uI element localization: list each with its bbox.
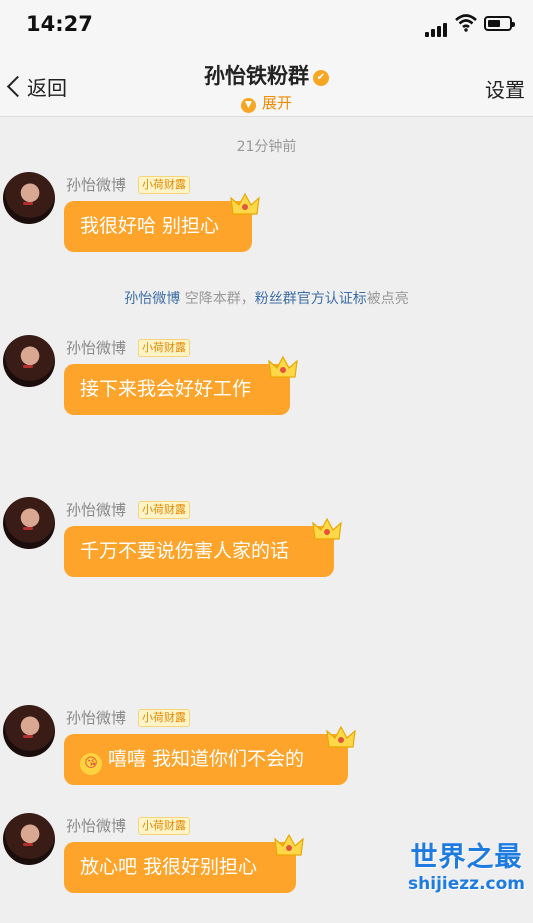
sender-name[interactable]: 孙怡微博 <box>66 815 126 836</box>
group-title-wrap: 孙怡铁粉群 ✔ <box>0 60 533 90</box>
message-bubble[interactable]: 😘 嘻嘻 我知道你们不会的 <box>64 734 348 785</box>
message-bubble[interactable]: 接下来我会好好工作 <box>64 364 290 415</box>
avatar[interactable] <box>3 813 55 865</box>
wifi-icon <box>455 14 477 36</box>
message-text: 接下来我会好好工作 <box>80 378 252 400</box>
fan-badge: 小荷财露 <box>138 817 190 835</box>
chat-header: 返回 孙怡铁粉群 ✔ ▼ 展开 设置 <box>0 52 533 117</box>
site-watermark: 世界之最 shijiezz.com <box>408 835 525 894</box>
crown-icon <box>230 192 260 215</box>
crown-icon <box>312 517 342 540</box>
message-text: 千万不要说伤害人家的话 <box>80 540 290 562</box>
signal-icon <box>425 18 449 37</box>
fan-badge: 小荷财露 <box>138 709 190 727</box>
verified-badge-icon: ✔ <box>313 70 329 86</box>
message-row: 孙怡微博 小荷财露 接下来我会好好工作 <box>0 335 533 445</box>
message-bubble[interactable]: 千万不要说伤害人家的话 <box>64 526 334 577</box>
message-bubble[interactable]: 放心吧 我很好别担心 <box>64 842 296 893</box>
message-timestamp: 21分钟前 <box>236 139 297 155</box>
fan-badge: 小荷财露 <box>138 501 190 519</box>
avatar[interactable] <box>3 335 55 387</box>
settings-button[interactable]: 设置 <box>485 74 525 103</box>
watermark-title: 世界之最 <box>410 842 523 873</box>
message-row: 孙怡微博 小荷财露 😘 嘻嘻 我知道你们不会的 <box>0 705 533 815</box>
notice-text-1: 空降本群， <box>184 291 255 307</box>
expand-chevron-icon: ▼ <box>240 98 256 113</box>
avatar[interactable] <box>3 172 55 224</box>
group-title: 孙怡铁粉群 <box>204 64 309 88</box>
message-row: 孙怡微博 小荷财露 我很好哈 别担心 <box>0 172 533 282</box>
fan-badge: 小荷财露 <box>138 339 190 357</box>
status-time: 14:27 <box>26 12 93 36</box>
kiss-emoji-icon: 😘 <box>80 753 102 775</box>
status-bar: 14:27 <box>0 0 533 52</box>
fan-badge: 小荷财露 <box>138 176 190 194</box>
avatar[interactable] <box>3 497 55 549</box>
watermark-url: shijiezz.com <box>408 874 525 894</box>
message-text: 我很好哈 别担心 <box>80 215 220 237</box>
message-text: 放心吧 我很好别担心 <box>80 856 258 878</box>
system-notice: 孙怡微博 空降本群，粉丝群官方认证标被点亮 <box>0 288 533 308</box>
message-bubble[interactable]: 我很好哈 别担心 <box>64 201 252 252</box>
notice-text-2: 被点亮 <box>366 291 409 307</box>
expand-label: 展开 <box>261 94 292 112</box>
crown-icon <box>326 725 356 748</box>
message-row: 孙怡微博 小荷财露 千万不要说伤害人家的话 <box>0 497 533 607</box>
battery-icon <box>484 16 515 31</box>
sender-name[interactable]: 孙怡微博 <box>66 174 126 195</box>
expand-button[interactable]: ▼ 展开 <box>0 92 533 113</box>
avatar[interactable] <box>3 705 55 757</box>
notice-user-link[interactable]: 孙怡微博 <box>124 291 180 307</box>
sender-name[interactable]: 孙怡微博 <box>66 707 126 728</box>
crown-icon <box>274 833 304 856</box>
crown-icon <box>268 355 298 378</box>
message-text: 嘻嘻 我知道你们不会的 <box>108 748 305 770</box>
notice-highlight-link[interactable]: 粉丝群官方认证标 <box>255 291 367 307</box>
sender-name[interactable]: 孙怡微博 <box>66 499 126 520</box>
sender-name[interactable]: 孙怡微博 <box>66 337 126 358</box>
